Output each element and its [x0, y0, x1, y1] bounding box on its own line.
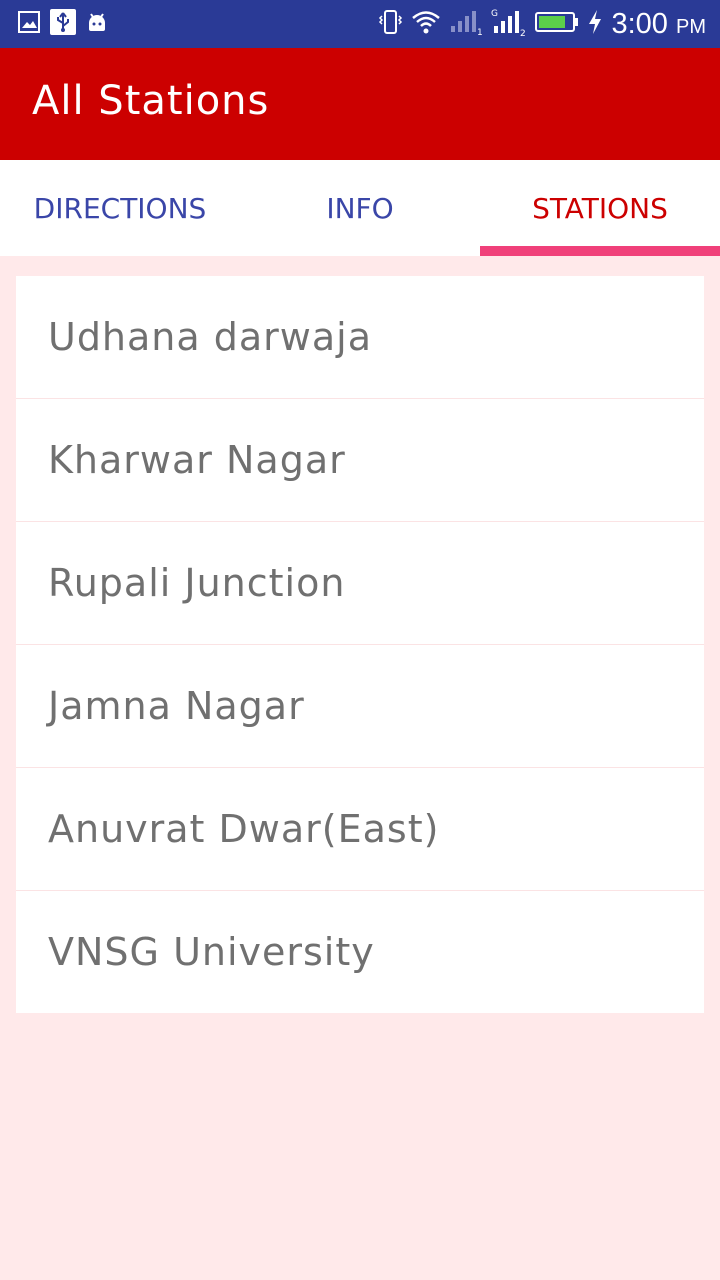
wifi-icon — [411, 9, 441, 39]
svg-text:G: G — [491, 9, 498, 19]
status-bar-system: 1 G2 3:00 PM — [377, 6, 706, 42]
vibrate-icon — [377, 9, 403, 39]
image-icon — [18, 11, 40, 37]
tab-indicator — [480, 246, 720, 256]
status-time: 3:00 PM — [611, 7, 706, 40]
station-name: VNSG University — [48, 930, 375, 974]
android-icon — [86, 11, 108, 37]
tab-directions[interactable]: DIRECTIONS — [0, 160, 240, 256]
battery-icon — [535, 11, 579, 37]
status-bar-notifications — [18, 9, 108, 39]
tab-info[interactable]: INFO — [240, 160, 480, 256]
tab-label: INFO — [326, 191, 394, 225]
status-bar: 1 G2 3:00 PM — [0, 0, 720, 48]
tab-bar: DIRECTIONS INFO STATIONS — [0, 160, 720, 256]
station-list: Udhana darwaja Kharwar Nagar Rupali Junc… — [16, 276, 704, 1013]
station-name: Udhana darwaja — [48, 315, 372, 359]
signal-sim2-icon: G2 — [491, 7, 527, 41]
app-bar: All Stations — [0, 48, 720, 160]
tab-label: DIRECTIONS — [33, 191, 207, 225]
list-item[interactable]: Udhana darwaja — [16, 276, 704, 399]
tab-label: STATIONS — [532, 191, 668, 225]
list-item[interactable]: Kharwar Nagar — [16, 399, 704, 522]
list-item[interactable]: Rupali Junction — [16, 522, 704, 645]
svg-text:2: 2 — [520, 29, 526, 37]
usb-icon — [50, 9, 76, 39]
list-item[interactable]: Jamna Nagar — [16, 645, 704, 768]
station-name: Anuvrat Dwar(East) — [48, 807, 440, 851]
page-title: All Stations — [32, 78, 270, 124]
station-name: Jamna Nagar — [48, 684, 305, 728]
svg-text:1: 1 — [477, 28, 483, 36]
charging-icon — [587, 9, 603, 39]
station-name: Rupali Junction — [48, 561, 346, 605]
list-item[interactable]: Anuvrat Dwar(East) — [16, 768, 704, 891]
list-item[interactable]: VNSG University — [16, 891, 704, 1013]
tab-stations[interactable]: STATIONS — [480, 160, 720, 256]
station-name: Kharwar Nagar — [48, 438, 346, 482]
signal-sim1-icon: 1 — [449, 8, 483, 40]
